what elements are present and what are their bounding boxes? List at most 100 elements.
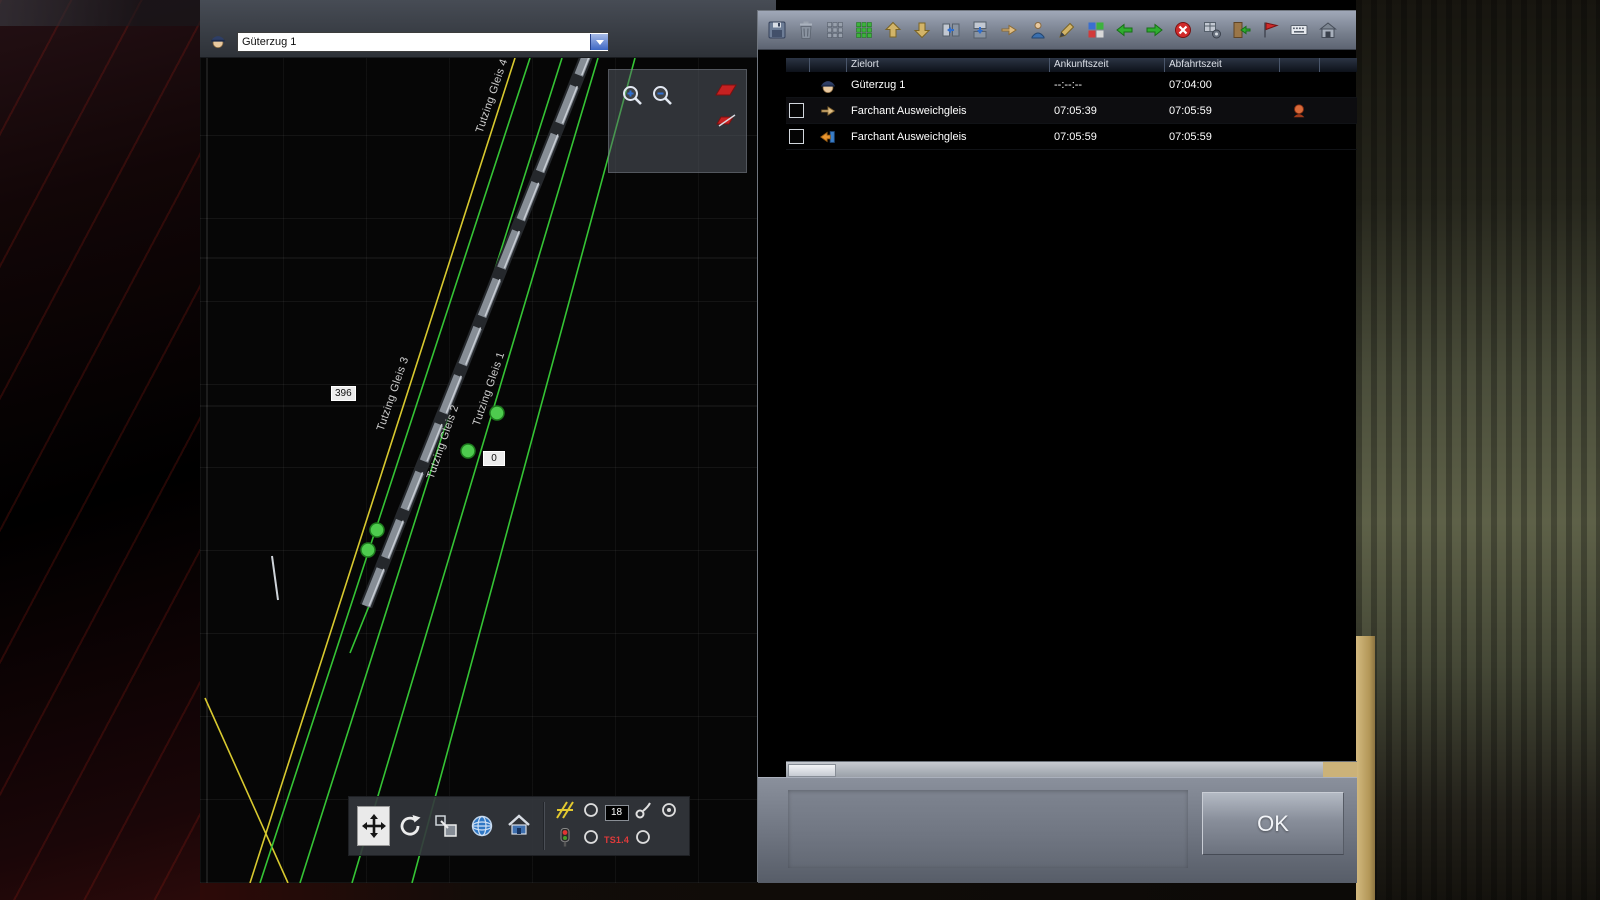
header-checkbox-col [786,58,809,72]
timetable-footer: OK [758,777,1357,883]
radio-circle-icon[interactable] [632,826,654,853]
timetable-row[interactable]: Güterzug 1 --:--:-- 07:04:00 [786,72,1357,98]
rotate-tool-button[interactable] [393,804,426,848]
radio-circle-icon[interactable] [580,799,602,826]
timetable-row[interactable]: Farchant Ausweichgleis 07:05:59 07:05:59 [786,124,1357,150]
grid-icon [827,22,843,38]
timetable-window: Zielort Ankunftszeit Abfahrtszeit Güterz… [757,10,1357,883]
pencil-icon [1059,22,1075,38]
timetable-header-row: Zielort Ankunftszeit Abfahrtszeit [786,58,1357,72]
trash-icon [800,21,812,39]
header-zielort[interactable]: Zielort [846,58,1049,72]
ok-button[interactable]: OK [1202,792,1344,855]
cell-checkbox [786,103,809,118]
zoom-out-icon[interactable] [651,84,675,108]
cell-ankunft: 07:05:59 [1054,130,1097,143]
insert-column-button[interactable] [938,17,964,44]
radio-dot-icon[interactable] [658,799,680,826]
insert-row-button[interactable] [967,17,993,44]
hand-pointer-icon [1001,24,1017,36]
depot-icon [1319,22,1337,38]
desktop: Güterzug 1 Tutzing Gleis 4 Tutzing Gleis… [0,0,1600,900]
row-arrow-icon [809,128,846,146]
background-tan-strip [1356,636,1375,900]
zoom-level-value[interactable]: 18 [604,804,629,821]
map-header-bar: Güterzug 1 [200,0,776,58]
cell-abfahrt: 07:04:00 [1169,78,1212,91]
cell-ankunft: --:--:-- [1054,78,1083,91]
red-marker-icon[interactable] [714,82,738,103]
passenger-icon [1031,22,1045,39]
background-bottom-strip [200,882,1356,900]
exit-door-icon [1233,22,1251,38]
header-ankunftszeit[interactable]: Ankunftszeit [1049,58,1164,72]
globe-view-button[interactable] [466,804,499,848]
depot-button[interactable] [1315,17,1341,44]
switch-icon[interactable] [554,799,576,826]
edit-button[interactable] [1054,17,1080,44]
move-tool-button[interactable] [357,806,391,846]
arrow-up-icon [884,21,902,38]
row-checkbox[interactable] [789,103,804,118]
home-view-button[interactable] [502,804,535,848]
map-options-grid: 18 TS1.4 [552,800,681,853]
insert-right-icon [1146,23,1163,37]
flag-button[interactable] [1257,17,1283,44]
distance-marker: 396 [331,386,356,401]
grid-green-button[interactable] [851,17,877,44]
train-selector[interactable]: Güterzug 1 [237,32,609,52]
zero-marker: 0 [483,451,505,466]
insert-left-button[interactable] [1112,17,1138,44]
scale-tool-button[interactable] [430,804,463,848]
horizontal-scrollbar[interactable] [786,761,1357,778]
save-button[interactable] [764,17,790,44]
table-settings-button[interactable] [1199,17,1225,44]
table-gear-icon [1204,22,1221,39]
keyboard-icon [1290,25,1308,35]
header-icon-col [809,58,846,72]
footer-inset-panel [788,790,1188,868]
insert-column-icon [942,23,960,37]
move-up-button[interactable] [880,17,906,44]
exit-button[interactable] [1228,17,1254,44]
home-icon [507,814,530,835]
train-selector-value: Güterzug 1 [242,36,297,48]
background-left-texture [0,0,200,900]
cell-zielort: Farchant Ausweichgleis [851,130,967,143]
cell-zielort: Güterzug 1 [851,78,906,91]
cell-zielort: Farchant Ausweichgleis [851,104,967,117]
move-down-button[interactable] [909,17,935,44]
red-pen-icon[interactable] [714,112,738,133]
radio-circle-icon[interactable] [580,826,602,853]
row-person-icon [1279,103,1319,119]
grid-button[interactable] [822,17,848,44]
signal-icon[interactable] [554,826,576,853]
cell-abfahrt: 07:05:59 [1169,130,1212,143]
track-map[interactable]: Tutzing Gleis 4 Tutzing Gleis 3 Tutzing … [200,58,776,883]
flag-icon [1264,22,1279,38]
header-extra-col [1319,58,1357,72]
timetable-table: Zielort Ankunftszeit Abfahrtszeit Güterz… [786,58,1357,150]
keyboard-button[interactable] [1286,17,1312,44]
header-abfahrtszeit[interactable]: Abfahrtszeit [1164,58,1279,72]
arrow-down-icon [913,22,931,39]
zoom-in-icon[interactable] [621,84,645,108]
scrollbar-thumb[interactable] [788,764,836,777]
passenger-button[interactable] [1025,17,1051,44]
row-checkbox[interactable] [789,129,804,144]
track-plan-window: Güterzug 1 Tutzing Gleis 4 Tutzing Gleis… [200,0,776,883]
insert-row-icon [973,21,987,39]
insert-left-icon [1116,23,1133,37]
timetable-row[interactable]: Farchant Ausweichgleis 07:05:39 07:05:59 [786,98,1357,124]
move-icon [361,814,386,838]
cancel-stop-button[interactable] [1170,17,1196,44]
train-driver-icon [209,31,227,49]
chevron-down-icon[interactable] [590,34,608,50]
scrollbar-corner [1323,762,1357,778]
insert-right-button[interactable] [1141,17,1167,44]
delete-button[interactable] [793,17,819,44]
coupler-icon[interactable] [632,799,654,826]
tiles-button[interactable] [1083,17,1109,44]
hand-tool-button[interactable] [996,17,1022,44]
cell-checkbox [786,129,809,144]
